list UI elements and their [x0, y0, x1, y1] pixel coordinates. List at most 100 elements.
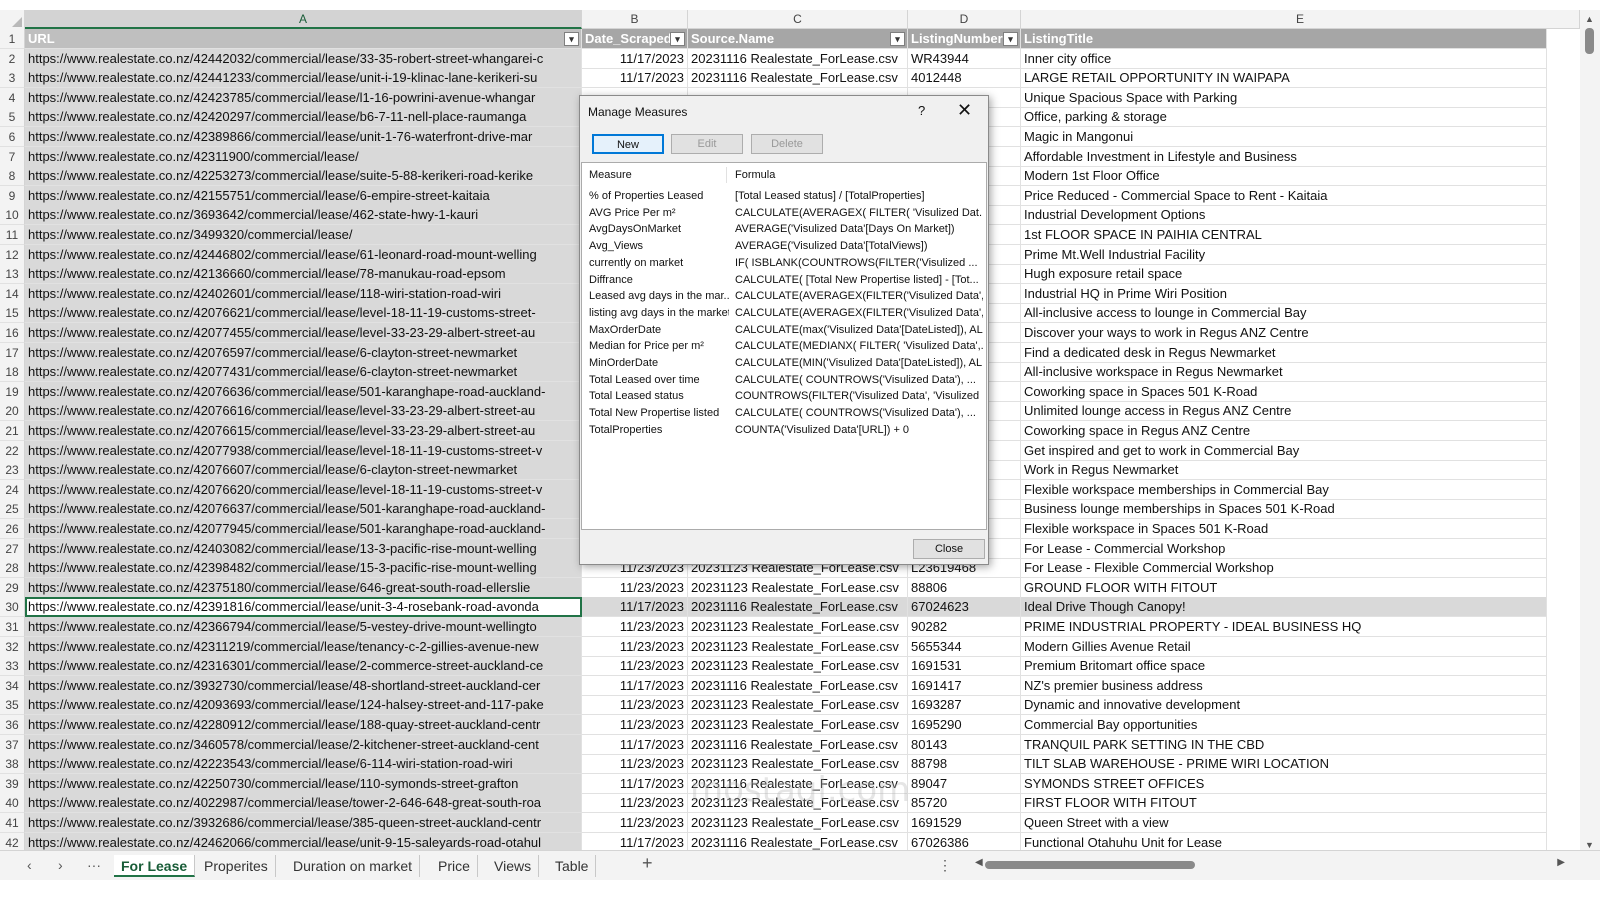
cell-date-scraped[interactable]: 11/23/2023 — [582, 577, 688, 598]
measure-row[interactable]: Leased avg days in the mar... CALCULATE(A… — [582, 288, 986, 305]
row-number[interactable]: 20 — [0, 401, 25, 422]
row-number[interactable]: 6 — [0, 127, 25, 147]
cell-listing-title[interactable]: PRIME INDUSTRIAL PROPERTY - IDEAL BUSINE… — [1021, 617, 1547, 637]
cell-listing-title[interactable]: Commercial Bay opportunities — [1021, 715, 1547, 735]
row-number[interactable]: 24 — [0, 479, 25, 500]
tab-properites[interactable]: Properites — [197, 855, 276, 877]
tab-options-icon[interactable]: ⋮ — [938, 857, 952, 874]
row-number[interactable]: 28 — [0, 558, 25, 579]
tab-table[interactable]: Table — [548, 855, 597, 877]
row-number[interactable]: 12 — [0, 244, 25, 265]
row-number[interactable]: 25 — [0, 499, 25, 520]
cell-source-name[interactable]: 20231123 Realestate_ForLease.csv — [688, 617, 908, 637]
cell-listing-title[interactable]: Flexible workspace memberships in Commer… — [1021, 479, 1547, 500]
cell-url[interactable]: https://www.realestate.co.nz/3460578/com… — [25, 734, 582, 755]
measure-row[interactable]: MaxOrderDate CALCULATE(max('Visulized Dat… — [582, 322, 986, 339]
cell-url[interactable]: https://www.realestate.co.nz/42077945/co… — [25, 519, 582, 539]
tab-views[interactable]: Views — [487, 855, 540, 877]
cell-url[interactable]: https://www.realestate.co.nz/42093693/co… — [25, 695, 582, 716]
cell-listing-number[interactable]: 4012448 — [908, 68, 1021, 89]
measure-row[interactable]: % of Properties Leased [Total Leased stat… — [582, 188, 986, 205]
cell-listing-title[interactable]: Premium Britomart office space — [1021, 656, 1547, 677]
cell-url[interactable]: https://www.realestate.co.nz/3499320/com… — [25, 225, 582, 245]
row-number[interactable]: 38 — [0, 754, 25, 775]
row-number[interactable]: 9 — [0, 185, 25, 206]
cell-listing-title[interactable]: Modern 1st Floor Office — [1021, 166, 1547, 187]
cell-url[interactable]: https://www.realestate.co.nz/42402601/co… — [25, 283, 582, 304]
row-number[interactable]: 26 — [0, 519, 25, 539]
cell-url[interactable]: https://www.realestate.co.nz/42077455/co… — [25, 323, 582, 343]
next-sheet-icon[interactable]: › — [58, 857, 63, 873]
tab-price[interactable]: Price — [431, 855, 478, 877]
cell-url[interactable]: https://www.realestate.co.nz/42223543/co… — [25, 754, 582, 775]
measure-row[interactable]: AVG Price Per m² CALCULATE(AVERAGEX( FILT… — [582, 205, 986, 222]
cell-url[interactable]: https://www.realestate.co.nz/42366794/co… — [25, 617, 582, 637]
filter-dropdown-icon[interactable]: ▾ — [564, 32, 579, 46]
cell-listing-title[interactable]: TRANQUIL PARK SETTING IN THE CBD — [1021, 734, 1547, 755]
cell-listing-title[interactable]: 1st FLOOR SPACE IN PAIHIA CENTRAL — [1021, 225, 1547, 245]
cell-listing-title[interactable]: GROUND FLOOR WITH FITOUT — [1021, 577, 1547, 598]
delete-measure-button[interactable]: Delete — [751, 134, 823, 154]
row-number[interactable]: 36 — [0, 715, 25, 735]
cell-url[interactable]: https://www.realestate.co.nz/3932686/com… — [25, 813, 582, 833]
measure-row[interactable]: currently on market IF( ISBLANK(COUNTROWS… — [582, 255, 986, 272]
header-cell-source-name[interactable]: Source.Name ▾ — [688, 29, 908, 49]
cell-listing-title[interactable]: Hugh exposure retail space — [1021, 264, 1547, 285]
cell-date-scraped[interactable]: 11/23/2023 — [582, 636, 688, 657]
measure-row[interactable]: Avg_Views AVERAGE('Visulized Data'[TotalV… — [582, 238, 986, 255]
cell-listing-number[interactable]: 85720 — [908, 793, 1021, 814]
cell-listing-number[interactable]: 90282 — [908, 617, 1021, 637]
filter-dropdown-icon[interactable]: ▾ — [1003, 32, 1018, 46]
cell-date-scraped[interactable]: 11/17/2023 — [582, 48, 688, 69]
cell-url[interactable]: https://www.realestate.co.nz/42441233/co… — [25, 68, 582, 89]
cell-url[interactable]: https://www.realestate.co.nz/42391816/co… — [25, 597, 582, 618]
column-header-e[interactable]: E — [1021, 10, 1580, 29]
cell-url[interactable]: https://www.realestate.co.nz/42446802/co… — [25, 244, 582, 265]
filter-dropdown-icon[interactable]: ▾ — [890, 32, 905, 46]
header-cell-listing-title[interactable]: ListingTitle — [1021, 29, 1547, 49]
cell-listing-number[interactable]: 89047 — [908, 773, 1021, 794]
cell-url[interactable]: https://www.realestate.co.nz/42442032/co… — [25, 48, 582, 69]
row-number[interactable]: 18 — [0, 362, 25, 383]
cell-source-name[interactable]: 20231123 Realestate_ForLease.csv — [688, 656, 908, 677]
cell-date-scraped[interactable]: 11/23/2023 — [582, 695, 688, 716]
cell-url[interactable]: https://www.realestate.co.nz/42398482/co… — [25, 558, 582, 579]
more-sheets-icon[interactable]: ··· — [87, 857, 101, 873]
select-all-corner[interactable] — [0, 10, 25, 29]
cell-listing-title[interactable]: For Lease - Commercial Workshop — [1021, 538, 1547, 559]
row-number[interactable]: 16 — [0, 323, 25, 343]
cell-listing-number[interactable]: 1691417 — [908, 675, 1021, 696]
cell-listing-title[interactable]: Work in Regus Newmarket — [1021, 460, 1547, 481]
row-number[interactable]: 41 — [0, 813, 25, 833]
cell-listing-title[interactable]: Unique Spacious Space with Parking — [1021, 87, 1547, 108]
cell-listing-title[interactable]: Ideal Drive Though Canopy! — [1021, 597, 1547, 618]
cell-date-scraped[interactable]: 11/23/2023 — [582, 793, 688, 814]
measure-row[interactable]: TotalProperties COUNTA('Visulized Data'[U… — [582, 422, 986, 439]
cell-url[interactable]: https://www.realestate.co.nz/4022987/com… — [25, 793, 582, 814]
row-number[interactable]: 19 — [0, 381, 25, 402]
close-button[interactable]: Close — [913, 539, 985, 559]
cell-url[interactable]: https://www.realestate.co.nz/3932730/com… — [25, 675, 582, 696]
cell-source-name[interactable]: 20231116 Realestate_ForLease.csv — [688, 734, 908, 755]
cell-url[interactable]: https://www.realestate.co.nz/3693642/com… — [25, 205, 582, 226]
vertical-scrollbar[interactable]: ▲ ▼ — [1580, 10, 1600, 850]
cell-listing-number[interactable]: 1691529 — [908, 813, 1021, 833]
measure-row[interactable]: MinOrderDate CALCULATE(MIN('Visulized Dat… — [582, 355, 986, 372]
cell-listing-title[interactable]: Discover your ways to work in Regus ANZ … — [1021, 323, 1547, 343]
cell-date-scraped[interactable]: 11/23/2023 — [582, 754, 688, 775]
row-number[interactable]: 11 — [0, 225, 25, 245]
horizontal-scroll-thumb[interactable] — [985, 861, 1195, 869]
cell-listing-title[interactable]: Coworking space in Regus ANZ Centre — [1021, 421, 1547, 441]
header-cell-url[interactable]: URL ▾ — [25, 29, 582, 49]
measure-row[interactable]: Median for Price per m² CALCULATE(MEDIANX… — [582, 338, 986, 355]
cell-listing-title[interactable]: Office, parking & storage — [1021, 107, 1547, 128]
cell-listing-title[interactable]: Get inspired and get to work in Commerci… — [1021, 440, 1547, 461]
cell-url[interactable]: https://www.realestate.co.nz/42250730/co… — [25, 773, 582, 794]
cell-source-name[interactable]: 20231116 Realestate_ForLease.csv — [688, 675, 908, 696]
cell-date-scraped[interactable]: 11/17/2023 — [582, 734, 688, 755]
cell-listing-title[interactable]: NZ's premier business address — [1021, 675, 1547, 696]
row-number[interactable]: 21 — [0, 421, 25, 441]
cell-source-name[interactable]: 20231123 Realestate_ForLease.csv — [688, 636, 908, 657]
row-number[interactable]: 4 — [0, 87, 25, 108]
cell-url[interactable]: https://www.realestate.co.nz/42280912/co… — [25, 715, 582, 735]
